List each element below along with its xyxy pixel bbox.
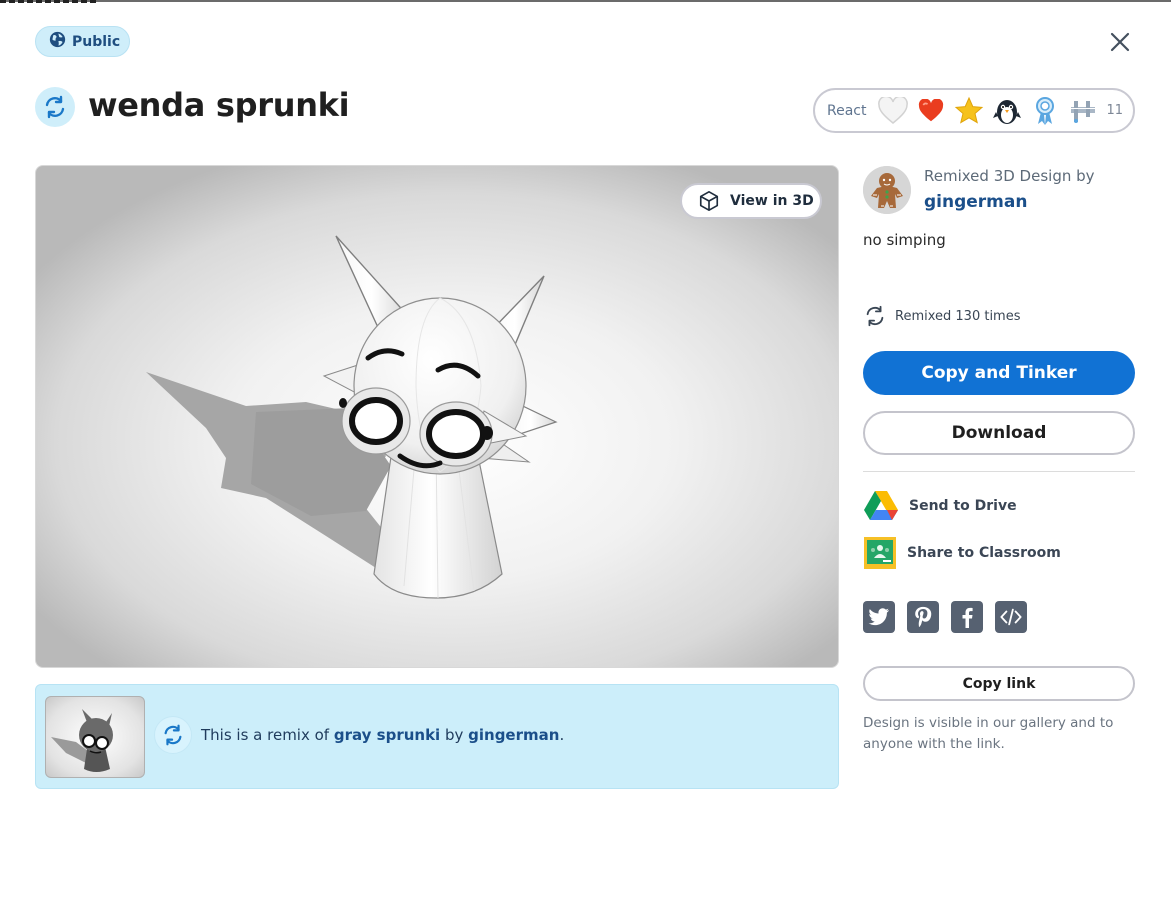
facebook-share-button[interactable] bbox=[951, 601, 983, 633]
remix-prefix: This is a remix of bbox=[201, 726, 334, 744]
remixed-by-label: Remixed 3D Design by bbox=[924, 167, 1095, 185]
top-edge-mark bbox=[0, 0, 96, 3]
view-in-3d-button[interactable]: View in 3D bbox=[680, 183, 822, 219]
remix-title-icon bbox=[35, 87, 75, 127]
public-label: Public bbox=[72, 33, 121, 50]
globe-icon bbox=[49, 31, 66, 53]
pinterest-share-button[interactable] bbox=[907, 601, 939, 633]
author-avatar[interactable] bbox=[863, 166, 911, 214]
model-viewer[interactable]: View in 3D bbox=[35, 165, 839, 668]
embed-code-button[interactable] bbox=[995, 601, 1027, 633]
original-design-thumbnail[interactable] bbox=[45, 696, 145, 778]
google-drive-icon bbox=[864, 491, 898, 520]
model-render bbox=[146, 235, 558, 599]
embed-code-icon bbox=[1000, 608, 1022, 626]
social-share-buttons bbox=[863, 601, 1027, 633]
remix-icon bbox=[154, 716, 192, 754]
original-design-link[interactable]: gray sprunki bbox=[334, 726, 440, 744]
section-divider bbox=[863, 471, 1135, 472]
remix-suffix: . bbox=[559, 726, 565, 744]
heart-outline-icon[interactable] bbox=[876, 94, 910, 128]
twitter-icon bbox=[868, 608, 890, 626]
share-to-classroom-button[interactable]: Share to Classroom bbox=[863, 536, 1061, 570]
close-icon bbox=[1110, 32, 1130, 52]
star-icon[interactable] bbox=[952, 94, 986, 128]
close-button[interactable] bbox=[1106, 28, 1134, 56]
send-to-drive-button[interactable]: Send to Drive bbox=[863, 489, 1017, 523]
author-name-link[interactable]: gingerman bbox=[924, 192, 1027, 212]
remix-count-label: Remixed 130 times bbox=[895, 308, 1021, 324]
original-author-link[interactable]: gingerman bbox=[468, 726, 559, 744]
penguin-icon[interactable] bbox=[990, 94, 1024, 128]
visibility-note: Design is visible in our gallery and to … bbox=[863, 715, 1114, 752]
google-classroom-icon bbox=[864, 537, 896, 569]
cube-icon bbox=[699, 191, 719, 211]
react-label: React bbox=[827, 102, 867, 119]
facebook-icon bbox=[962, 607, 973, 628]
remix-count: Remixed 130 times bbox=[863, 304, 1021, 328]
design-title: wenda sprunki bbox=[88, 86, 350, 124]
view-in-3d-label: View in 3D bbox=[730, 193, 814, 209]
caliper-icon[interactable] bbox=[1066, 94, 1100, 128]
ribbon-icon[interactable] bbox=[1028, 94, 1062, 128]
remix-info-banner: This is a remix of gray sprunki by ginge… bbox=[35, 684, 839, 789]
copy-link-button[interactable]: Copy link bbox=[863, 666, 1135, 701]
reaction-bar: React 11 bbox=[813, 88, 1135, 133]
reaction-count: 11 bbox=[1106, 103, 1124, 118]
download-button[interactable]: Download bbox=[863, 411, 1135, 455]
remix-count-icon bbox=[866, 305, 884, 327]
send-to-drive-label: Send to Drive bbox=[909, 498, 1017, 514]
window-top-border bbox=[0, 0, 1171, 3]
pinterest-icon bbox=[915, 606, 932, 627]
heart-icon[interactable] bbox=[914, 94, 948, 128]
share-to-classroom-label: Share to Classroom bbox=[907, 545, 1061, 561]
remix-description: This is a remix of gray sprunki by ginge… bbox=[201, 726, 564, 744]
public-badge: Public bbox=[35, 26, 130, 57]
remix-by-text: by bbox=[440, 726, 469, 744]
twitter-share-button[interactable] bbox=[863, 601, 895, 633]
copy-and-tinker-button[interactable]: Copy and Tinker bbox=[863, 351, 1135, 395]
design-description: no simping bbox=[863, 231, 946, 249]
